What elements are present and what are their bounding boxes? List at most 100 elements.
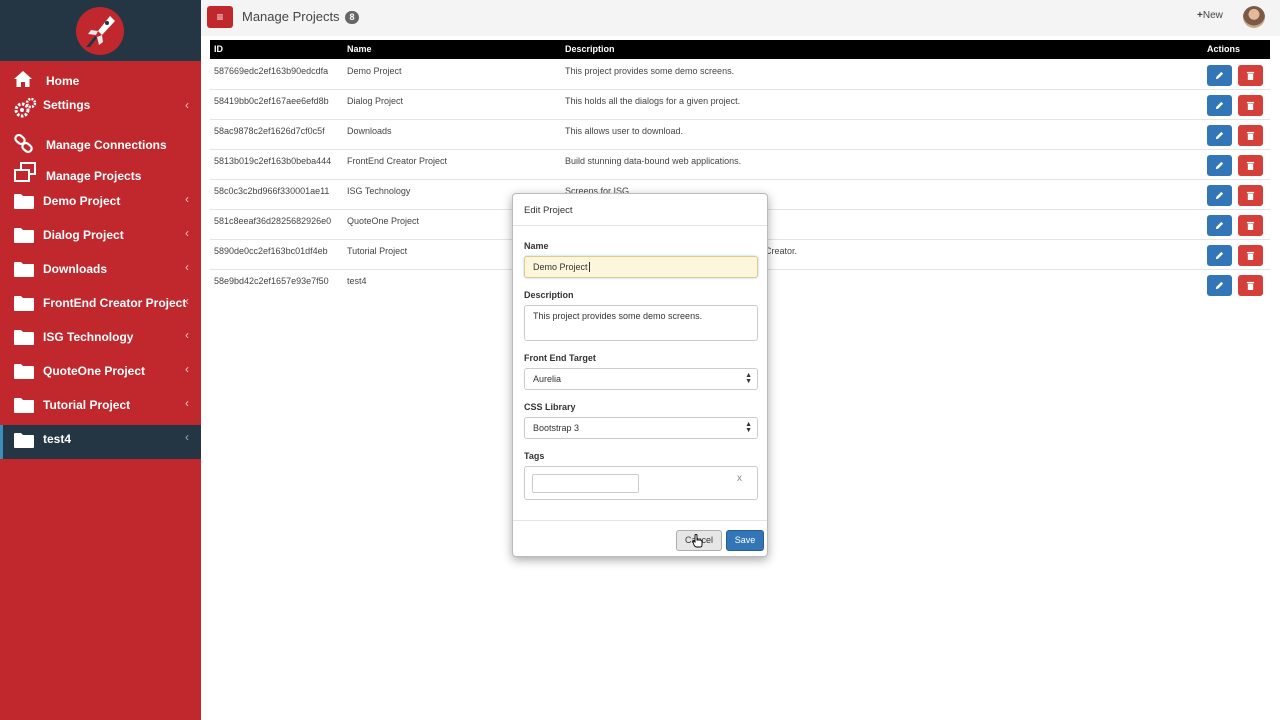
table-row[interactable]: 5813b019c2ef163b0beba444 FrontEnd Creato…: [210, 150, 1270, 180]
sidebar-item-label: Downloads: [43, 262, 108, 276]
delete-button[interactable]: [1238, 215, 1263, 236]
name-label: Name: [524, 241, 549, 251]
row-id: 58419bb0c2ef167aee6efd8b: [214, 96, 329, 106]
chevron-left-icon: ‹: [185, 192, 189, 206]
trash-icon: [1246, 131, 1255, 140]
folder-icon: [13, 431, 35, 451]
edit-button[interactable]: [1207, 275, 1232, 296]
pencil-icon: [1215, 251, 1224, 260]
trash-icon: [1246, 221, 1255, 230]
link-icon: [13, 133, 35, 154]
edit-button[interactable]: [1207, 65, 1232, 86]
logo-area: [0, 0, 201, 61]
delete-button[interactable]: [1238, 155, 1263, 176]
row-description: This holds all the dialogs for a given p…: [565, 96, 741, 106]
row-name: Dialog Project: [347, 96, 404, 106]
user-avatar[interactable]: [1243, 6, 1265, 28]
css-library-value: Bootstrap 3: [533, 423, 580, 433]
description-label: Description: [524, 290, 574, 300]
edit-button[interactable]: [1207, 125, 1232, 146]
new-button[interactable]: +New: [1197, 10, 1223, 21]
sidebar-item-tutorial-project[interactable]: Tutorial Project ‹: [0, 390, 201, 424]
row-description: This project provides some demo screens.: [565, 66, 735, 76]
pencil-icon: [1215, 131, 1224, 140]
folder-icon: [13, 362, 35, 382]
select-arrows-icon: ▲ ▼: [745, 421, 752, 434]
sidebar-item-isg-technology[interactable]: ISG Technology ‹: [0, 322, 201, 356]
gears-icon: [13, 97, 37, 118]
chevron-left-icon: ‹: [185, 98, 189, 112]
frontend-target-select[interactable]: Aurelia ▲ ▼: [524, 368, 758, 390]
sidebar-item-label: Demo Project: [43, 194, 121, 208]
chevron-left-icon: ‹: [185, 430, 189, 444]
row-id: 581c8eeaf36d2825682926e0: [214, 216, 332, 226]
table-row[interactable]: 58ac9878c2ef1626d7cf0c5f Downloads This …: [210, 120, 1270, 150]
edit-button[interactable]: [1207, 95, 1232, 116]
delete-button[interactable]: [1238, 65, 1263, 86]
row-id: 58e9bd42c2ef1657e93e7f50: [214, 276, 329, 286]
folder-icon: [13, 328, 35, 348]
sidebar-item-label: Manage Connections: [46, 138, 167, 152]
column-header-actions: Actions: [1207, 44, 1241, 54]
table-row[interactable]: 58419bb0c2ef167aee6efd8b Dialog Project …: [210, 90, 1270, 120]
row-id: 587669edc2ef163b90edcdfa: [214, 66, 329, 76]
chevron-left-icon: ‹: [185, 260, 189, 274]
sidebar-item-demo-project[interactable]: Demo Project ‹: [0, 186, 201, 220]
row-description: Build stunning data-bound web applicatio…: [565, 156, 742, 166]
delete-button[interactable]: [1238, 185, 1263, 206]
folder-icon: [13, 226, 35, 246]
description-value: This project provides some demo screens.: [533, 311, 703, 321]
description-textarea[interactable]: This project provides some demo screens.: [524, 305, 758, 341]
edit-button[interactable]: [1207, 245, 1232, 266]
menu-toggle-button[interactable]: ≡: [207, 6, 233, 28]
row-name: Downloads: [347, 126, 392, 136]
modal-divider: [513, 225, 767, 226]
row-name: FrontEnd Creator Project: [347, 156, 448, 166]
css-library-select[interactable]: Bootstrap 3 ▲ ▼: [524, 417, 758, 439]
tags-input[interactable]: [532, 474, 639, 493]
modal-divider: [513, 520, 767, 521]
delete-button[interactable]: [1238, 245, 1263, 266]
delete-button[interactable]: [1238, 275, 1263, 296]
edit-button[interactable]: [1207, 155, 1232, 176]
sidebar-item-dialog-project[interactable]: Dialog Project ‹: [0, 220, 201, 254]
sidebar-item-frontend-creator-project[interactable]: FrontEnd Creator Project ‹: [0, 288, 201, 322]
sidebar-item-settings[interactable]: Settings ‹: [0, 90, 201, 124]
rocket-logo[interactable]: [76, 7, 124, 55]
sidebar-item-downloads[interactable]: Downloads ‹: [0, 254, 201, 288]
frontend-target-label: Front End Target: [524, 353, 596, 363]
chevron-left-icon: ‹: [185, 328, 189, 342]
sidebar-item-manage-connections[interactable]: Manage Connections: [0, 128, 201, 162]
row-id: 5890de0cc2ef163bc01df4eb: [214, 246, 328, 256]
sidebar-item-label: Dialog Project: [43, 228, 124, 242]
delete-button[interactable]: [1238, 125, 1263, 146]
name-input[interactable]: Demo Project: [524, 256, 758, 278]
folder-icon: [13, 260, 35, 280]
chevron-left-icon: ‹: [185, 294, 189, 308]
row-name: QuoteOne Project: [347, 216, 420, 226]
pencil-icon: [1215, 221, 1224, 230]
home-icon: [13, 70, 35, 90]
edit-button[interactable]: [1207, 185, 1232, 206]
edit-project-modal: Edit Project Name Demo Project Descripti…: [512, 193, 768, 557]
clear-tags-icon[interactable]: x: [737, 473, 742, 484]
pencil-icon: [1215, 281, 1224, 290]
css-library-label: CSS Library: [524, 402, 576, 412]
select-arrows-icon: ▲ ▼: [745, 372, 752, 385]
sidebar-item-label: FrontEnd Creator Project: [43, 296, 187, 310]
chevron-left-icon: ‹: [185, 362, 189, 376]
row-id: 5813b019c2ef163b0beba444: [214, 156, 332, 166]
frontend-target-value: Aurelia: [533, 374, 562, 384]
row-name: Tutorial Project: [347, 246, 408, 256]
delete-button[interactable]: [1238, 95, 1263, 116]
save-button[interactable]: Save: [726, 530, 764, 551]
folder-icon: [13, 396, 35, 416]
sidebar-item-quoteone-project[interactable]: QuoteOne Project ‹: [0, 356, 201, 390]
sidebar-item-test4[interactable]: test4 ‹: [0, 425, 201, 459]
row-name: ISG Technology: [347, 186, 411, 196]
column-header-name: Name: [347, 44, 372, 54]
sidebar: Home Settings ‹ Manage Connections Manag…: [0, 0, 201, 720]
table-row[interactable]: 587669edc2ef163b90edcdfa Demo Project Th…: [210, 60, 1270, 90]
trash-icon: [1246, 281, 1255, 290]
edit-button[interactable]: [1207, 215, 1232, 236]
